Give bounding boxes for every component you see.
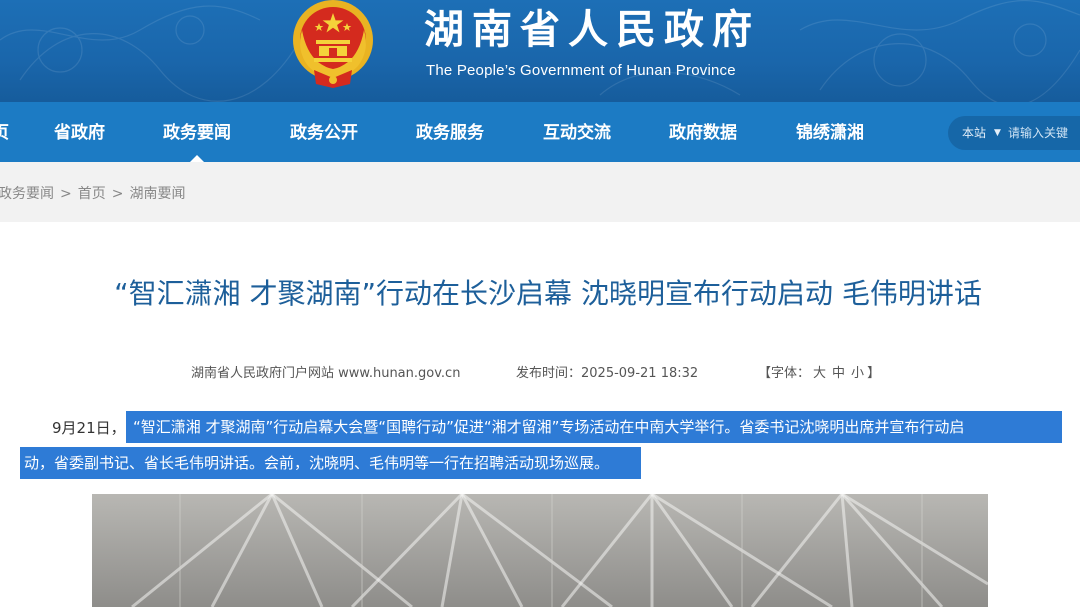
nav-item-splendid-xiaoxiang[interactable]: 锦绣潇湘: [796, 102, 864, 162]
article-photo: [92, 494, 988, 607]
site-title: 湖南省人民政府: [424, 7, 760, 53]
breadcrumb-link-government-news[interactable]: 政务要闻: [0, 186, 54, 202]
lead-date: 9月21日，: [52, 419, 126, 437]
breadcrumb: 政务要闻 > 首页 > 湖南要闻: [0, 183, 185, 203]
search-scope-select[interactable]: 本站: [962, 116, 986, 150]
publish-time-value: 2025-09-21 18:32: [581, 366, 699, 381]
font-size-switcher: 【字体：大中小】: [758, 362, 880, 381]
article-source: 湖南省人民政府门户网站 www.hunan.gov.cn: [191, 366, 461, 381]
lead-paragraph-line-1: “智汇潇湘 才聚湖南”行动启幕大会暨“国聘行动”促进“湘才留湘”专场活动在中南大…: [126, 411, 1062, 443]
nav-item-provincial-government[interactable]: 省政府: [54, 102, 105, 162]
nav-item-home[interactable]: 页: [0, 102, 9, 162]
caret-down-icon[interactable]: ▼: [994, 116, 1001, 150]
national-emblem-icon: [293, 0, 373, 88]
search-box: 本站 ▼: [948, 116, 1080, 150]
font-size-large-button[interactable]: 大: [813, 366, 826, 381]
nav-item-government-news[interactable]: 政务要闻: [163, 102, 231, 162]
nav-item-government-data[interactable]: 政府数据: [669, 102, 737, 162]
font-size-small-button[interactable]: 小: [851, 366, 864, 381]
breadcrumb-separator: >: [111, 186, 124, 202]
breadcrumb-separator: >: [60, 186, 72, 202]
publish-time-label: 发布时间：: [516, 366, 582, 381]
font-size-close-bracket: 】: [867, 366, 881, 381]
nav-item-government-affairs-public[interactable]: 政务公开: [290, 102, 358, 162]
article-meta: 湖南省人民政府门户网站 www.hunan.gov.cn 发布时间：2025-0…: [0, 362, 1080, 382]
breadcrumb-link-hunan-news[interactable]: 湖南要闻: [129, 186, 185, 202]
stage-light-rays: [92, 494, 988, 607]
article-title: “智汇潇湘 才聚湖南”行动在长沙启幕 沈晓明宣布行动启动 毛伟明讲话: [114, 277, 982, 310]
font-size-medium-button[interactable]: 中: [832, 366, 845, 381]
breadcrumb-bar: 政务要闻 > 首页 > 湖南要闻: [0, 162, 1080, 222]
main-nav: 页 省政府 政务要闻 政务公开 政务服务 互动交流 政府数据 锦绣潇湘: [0, 102, 1080, 162]
search-input[interactable]: [1008, 116, 1080, 150]
site-subtitle: The People’s Government of Hunan Provinc…: [426, 62, 736, 79]
nav-item-interaction[interactable]: 互动交流: [543, 102, 611, 162]
breadcrumb-link-home[interactable]: 首页: [78, 186, 106, 202]
lead-paragraph-line-2: 动，省委副书记、省长毛伟明讲话。会前，沈晓明、毛伟明等一行在招聘活动现场巡展。: [20, 447, 641, 479]
nav-item-government-services[interactable]: 政务服务: [416, 102, 484, 162]
publish-time: 发布时间：2025-09-21 18:32: [516, 362, 698, 381]
font-size-label: 【字体：: [758, 366, 811, 381]
site-banner: 湖南省人民政府 The People’s Government of Hunan…: [0, 0, 1080, 102]
